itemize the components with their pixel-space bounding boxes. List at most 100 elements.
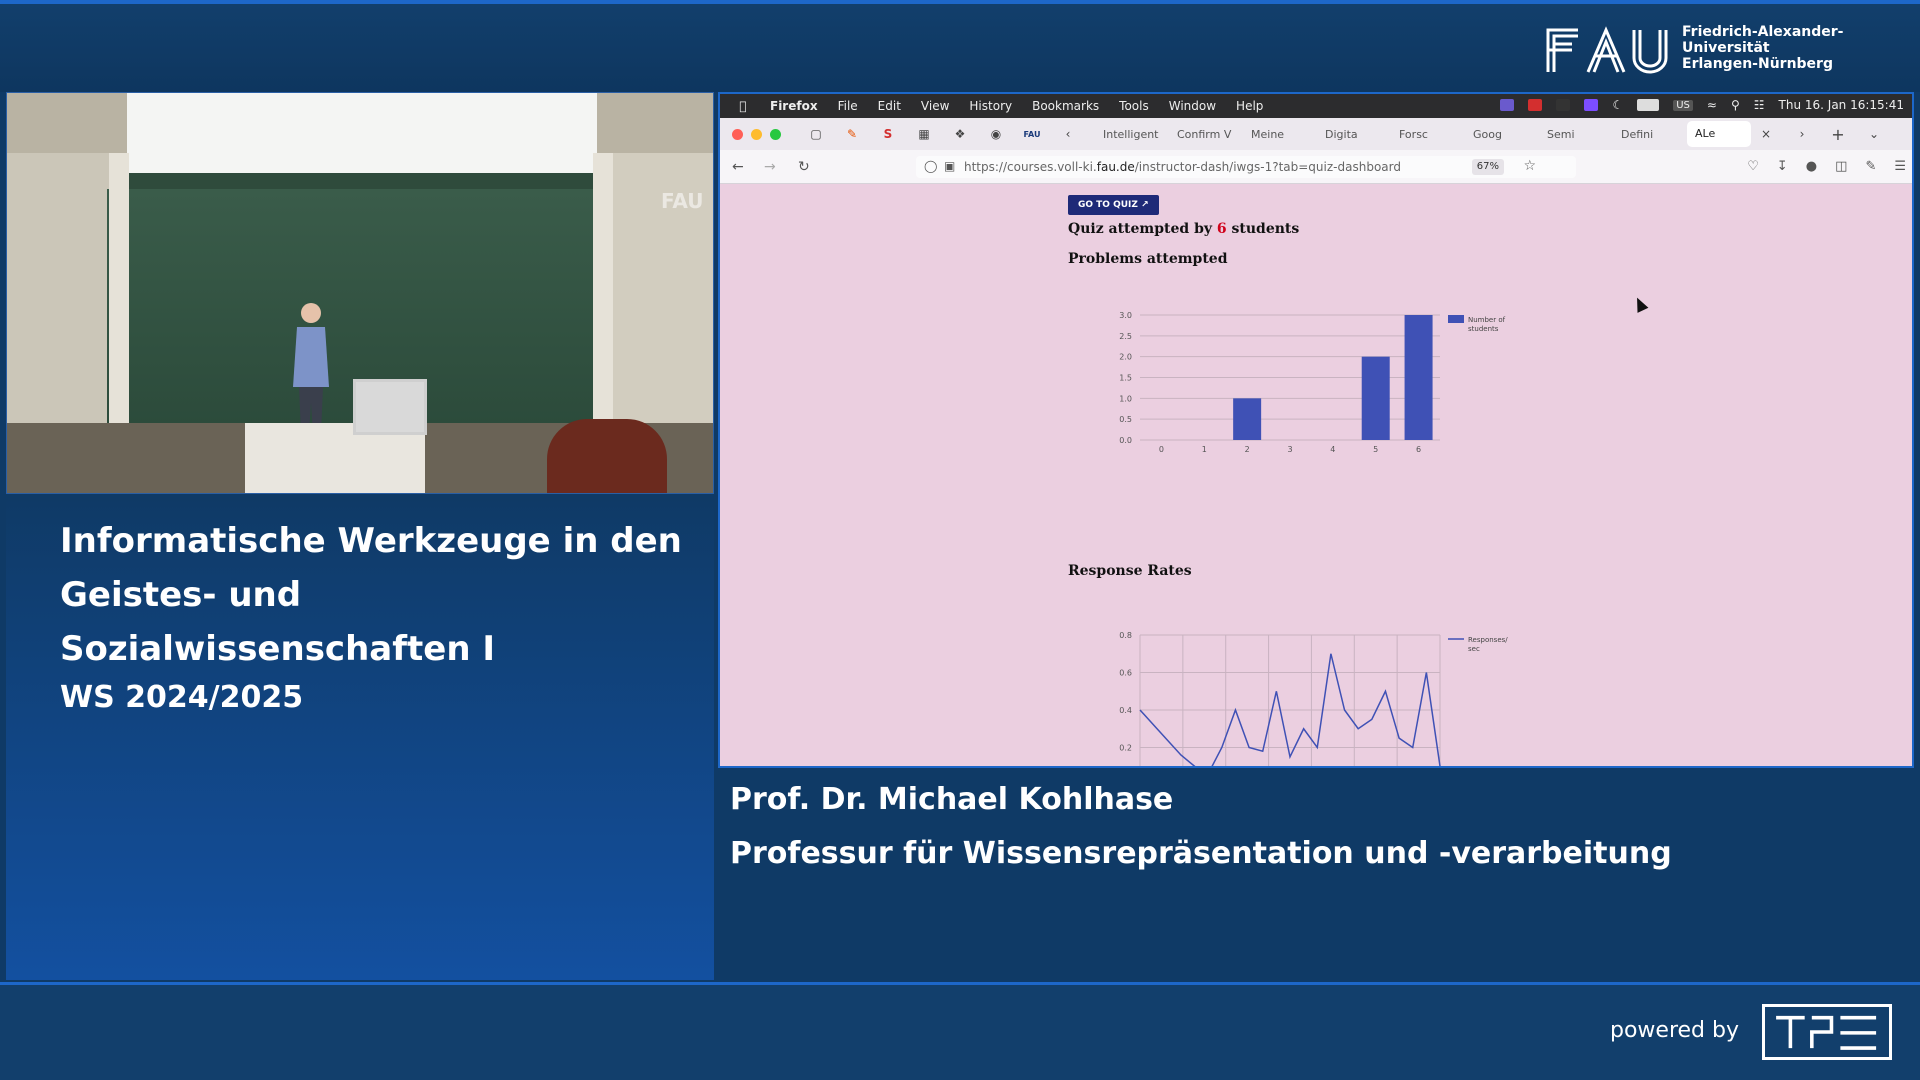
window-controls xyxy=(732,128,781,140)
menubar-clock[interactable]: Thu 16. Jan 16:15:41 xyxy=(1779,98,1904,112)
downloads-icon[interactable]: ↧ xyxy=(1777,159,1788,174)
screen-share-icon[interactable] xyxy=(1584,99,1599,111)
bar-legend-swatch xyxy=(1448,315,1464,323)
course-semester: WS 2024/2025 xyxy=(60,680,304,715)
browser-navbar: ← → ↻ ◯ ▣ https://courses.voll-ki.fau.de… xyxy=(720,150,1912,184)
bar-x-tick-label: 1 xyxy=(1202,445,1207,454)
menu-view[interactable]: View xyxy=(921,99,949,113)
back-icon[interactable]: ← xyxy=(732,159,744,175)
menu-app-firefox[interactable]: Firefox xyxy=(770,99,818,113)
tab-scroll-left-icon[interactable]: ‹ xyxy=(1059,125,1077,143)
menu-bookmarks[interactable]: Bookmarks xyxy=(1032,99,1099,113)
close-window-icon[interactable] xyxy=(732,128,743,140)
bar-x-tick-label: 3 xyxy=(1287,445,1292,454)
maximize-window-icon[interactable] xyxy=(770,128,781,140)
bar-x-tick-label: 4 xyxy=(1330,445,1335,454)
pinned-tab-icon[interactable]: ✎ xyxy=(843,125,861,143)
lock-icon[interactable]: ▣ xyxy=(944,159,955,173)
menu-window[interactable]: Window xyxy=(1169,99,1216,113)
university-name: Friedrich-Alexander-Universität Erlangen… xyxy=(1682,24,1920,72)
browser-tabbar: ▢ ✎ S ▦ ❖ ◉ FAU ‹ Intelligent Confirm V … xyxy=(720,118,1912,150)
bar-x-tick-label: 6 xyxy=(1416,445,1421,454)
tab-intelligent[interactable]: Intelligent xyxy=(1095,128,1169,141)
pinned-tab-globe-icon[interactable]: ◉ xyxy=(987,125,1005,143)
pinned-tab-compass-icon[interactable]: ❖ xyxy=(951,125,969,143)
tab-overview-icon[interactable]: ▢ xyxy=(807,125,825,143)
pillar-left xyxy=(109,153,129,453)
menu-file[interactable]: File xyxy=(838,99,858,113)
bar-x-tick-label: 0 xyxy=(1159,445,1164,454)
tab-digital[interactable]: Digita xyxy=(1317,128,1391,141)
bar-y-tick-label: 0.5 xyxy=(1119,415,1132,424)
speaker-info-panel: Prof. Dr. Michael Kohlhase Professur für… xyxy=(718,770,1914,980)
apple-icon[interactable]:  xyxy=(736,99,750,113)
app-menu-icon[interactable]: ☰ xyxy=(1894,159,1906,174)
tab-scroll-right-icon[interactable]: › xyxy=(1793,125,1811,143)
course-title: Informatische Werkzeuge in den Geistes- … xyxy=(60,521,682,669)
menu-history[interactable]: History xyxy=(969,99,1012,113)
bar-legend-label: Number of students xyxy=(1468,316,1506,333)
menu-help[interactable]: Help xyxy=(1236,99,1263,113)
pinned-tab-grid-icon[interactable]: ▦ xyxy=(915,125,933,143)
moon-icon[interactable]: ☾ xyxy=(1612,98,1623,112)
browser-toolbar-right: ♡ ↧ ● ◫ ✎ ☰ xyxy=(1747,159,1906,174)
url-domain: fau.de xyxy=(1096,160,1135,174)
new-tab-icon[interactable]: + xyxy=(1829,125,1847,144)
lecturer-camera-feed: FAU xyxy=(6,92,714,494)
address-bar[interactable]: ◯ ▣ https://courses.voll-ki.fau.de/instr… xyxy=(916,156,1576,178)
url-suffix: /instructor-dash/iwgs-1?tab=quiz-dashboa… xyxy=(1134,160,1401,174)
mouse-cursor-icon xyxy=(1631,295,1649,313)
bar-mark xyxy=(1361,356,1390,440)
tab-ale-active[interactable]: ALe xyxy=(1687,121,1751,147)
tab-close-icon[interactable]: × xyxy=(1757,125,1775,143)
external-link-icon: ↗ xyxy=(1141,200,1149,210)
line-y-tick-label: 0.6 xyxy=(1119,669,1132,678)
recording-icon[interactable] xyxy=(1528,99,1543,111)
zoom-meeting-icon[interactable] xyxy=(1500,99,1515,111)
bar-y-tick-label: 3.0 xyxy=(1119,311,1132,320)
url-text[interactable]: https://courses.voll-ki.fau.de/instructo… xyxy=(964,160,1401,174)
extensions-icon[interactable]: ◫ xyxy=(1835,159,1847,174)
pinned-tab-fau-icon[interactable]: FAU xyxy=(1023,125,1041,143)
bar-mark xyxy=(1404,315,1433,440)
camera-watermark: FAU xyxy=(661,189,704,213)
zoom-level[interactable]: 67% xyxy=(1471,159,1504,175)
addon-icon[interactable]: ✎ xyxy=(1865,159,1876,174)
tab-meine[interactable]: Meine xyxy=(1243,128,1317,141)
account-icon[interactable]: ● xyxy=(1806,159,1817,174)
minimize-window-icon[interactable] xyxy=(751,128,762,140)
university-name-line1: Friedrich-Alexander-Universität xyxy=(1682,24,1844,56)
response-rate-line xyxy=(1139,653,1441,766)
lectern-monitor xyxy=(353,379,427,435)
tab-confirm[interactable]: Confirm V xyxy=(1169,128,1243,141)
menu-edit[interactable]: Edit xyxy=(878,99,901,113)
go-to-quiz-label: GO TO QUIZ xyxy=(1078,200,1138,210)
reload-icon[interactable]: ↻ xyxy=(798,159,810,175)
line-legend-label: Responses/sec xyxy=(1468,636,1508,653)
pocket-icon[interactable]: ♡ xyxy=(1747,159,1759,174)
tab-forsch[interactable]: Forsc xyxy=(1391,128,1465,141)
camera-icon[interactable] xyxy=(1556,99,1571,111)
tab-defini[interactable]: Defini xyxy=(1613,128,1687,141)
menu-tools[interactable]: Tools xyxy=(1119,99,1149,113)
control-center-icon[interactable]: ☷ xyxy=(1754,98,1765,112)
tab-list-icon[interactable]: ⌄ xyxy=(1865,125,1883,143)
tab-google[interactable]: Goog xyxy=(1465,128,1539,141)
quiz-attempted-summary: Quiz attempted by 6 students xyxy=(1068,221,1299,237)
line-y-tick-label: 0.4 xyxy=(1119,706,1132,715)
bookmark-star-icon[interactable]: ☆ xyxy=(1523,158,1536,174)
pinned-tab-s-icon[interactable]: S xyxy=(879,125,897,143)
tab-semi[interactable]: Semi xyxy=(1539,128,1613,141)
bar-x-tick-label: 2 xyxy=(1245,445,1250,454)
line-y-tick-label: 0.8 xyxy=(1119,631,1132,640)
wifi-icon[interactable]: ≈ xyxy=(1707,98,1717,112)
keyboard-layout[interactable]: US xyxy=(1673,99,1693,111)
battery-icon[interactable] xyxy=(1637,99,1660,111)
go-to-quiz-button[interactable]: GO TO QUIZ ↗ xyxy=(1068,195,1159,215)
spotlight-search-icon[interactable]: ⚲ xyxy=(1731,98,1740,112)
powered-by-label: powered by xyxy=(1610,1018,1739,1043)
tracking-shield-icon[interactable]: ◯ xyxy=(924,159,937,173)
response-rates-heading: Response Rates xyxy=(1068,563,1192,579)
forward-icon[interactable]: → xyxy=(764,159,776,175)
status-area: ☾ US ≈ ⚲ ☷ Thu 16. Jan 16:15:41 xyxy=(1500,98,1904,112)
